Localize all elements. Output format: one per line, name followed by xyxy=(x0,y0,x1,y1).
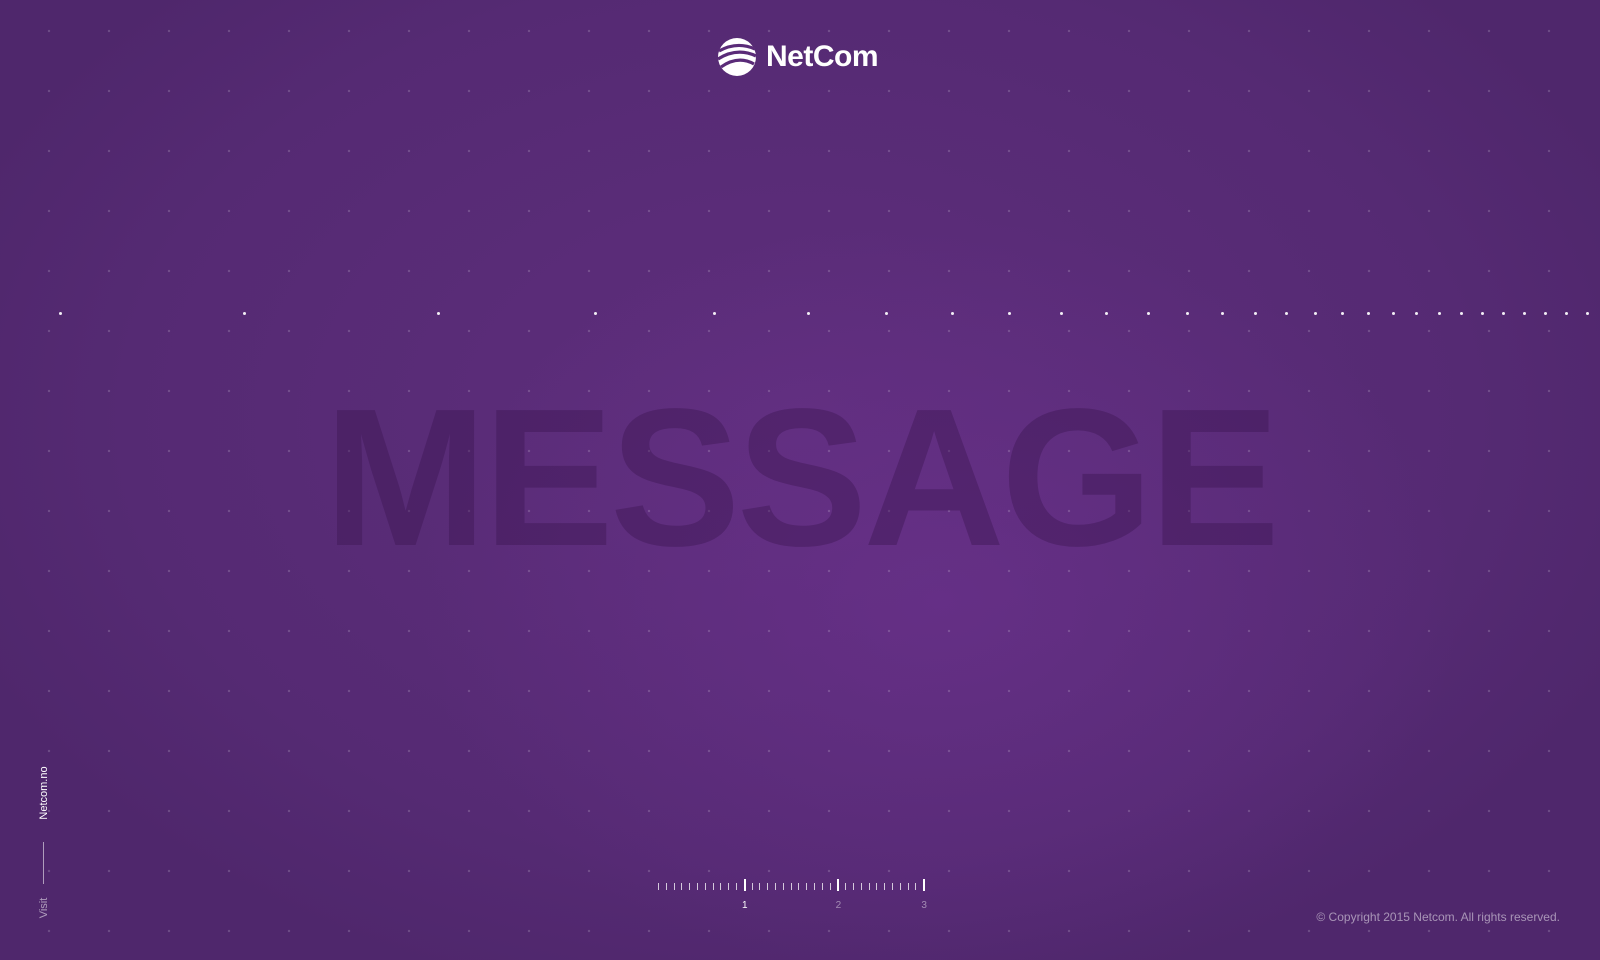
timeline-dot xyxy=(713,312,716,315)
ruler-major-tick xyxy=(837,879,840,891)
ruler-tick xyxy=(681,883,683,890)
timeline-dot xyxy=(1523,312,1526,315)
ruler-tick xyxy=(665,883,667,890)
timeline-dot xyxy=(1254,312,1257,315)
ruler-tick xyxy=(876,883,878,890)
timeline-dot xyxy=(1392,312,1395,315)
timeline-dot xyxy=(1186,312,1189,315)
visit-label-wrap: Visit xyxy=(34,890,54,926)
timeline-dot xyxy=(1586,312,1589,315)
ruler-tick xyxy=(821,883,823,890)
ruler-tick xyxy=(728,883,730,890)
ruler-tick xyxy=(860,883,862,890)
brand-name: NetCom xyxy=(766,40,879,73)
timeline-dot xyxy=(1341,312,1344,315)
timeline-dot xyxy=(951,312,954,315)
ruler-tick xyxy=(806,883,808,890)
side-nav: Netcom.no Visit xyxy=(34,760,54,930)
ruler-tick xyxy=(712,883,714,890)
timeline-dot xyxy=(1367,312,1370,315)
timeline-dot xyxy=(1502,312,1505,315)
ruler-tick xyxy=(915,883,917,890)
ruler-tick xyxy=(845,883,847,890)
chapter-ruler[interactable]: 1 2 3 xyxy=(658,878,938,918)
ruler-tick xyxy=(775,883,776,890)
ruler-tick xyxy=(673,883,675,890)
timeline-dot xyxy=(885,312,888,315)
timeline-dot xyxy=(1544,312,1547,315)
timeline-dot xyxy=(1460,312,1463,315)
ruler-tick xyxy=(853,883,854,890)
ruler-major-tick xyxy=(743,879,746,891)
timeline-dot-track xyxy=(0,310,1600,320)
timeline-dot xyxy=(1314,312,1317,315)
ruler-tick xyxy=(892,883,893,890)
netcom-site-link-label: Netcom.no xyxy=(38,766,50,820)
timeline-dot xyxy=(1147,312,1150,315)
hero-word: MESSAGE xyxy=(323,368,1280,587)
ruler-tick xyxy=(704,883,706,890)
ruler-tick xyxy=(868,883,870,890)
visit-label: Visit xyxy=(38,897,50,919)
timeline-dot xyxy=(1415,312,1418,315)
ruler-major-tick xyxy=(923,879,926,891)
ruler-tick xyxy=(829,883,831,890)
ruler-label-1[interactable]: 1 xyxy=(742,900,748,911)
ruler-label-2[interactable]: 2 xyxy=(836,900,842,911)
ruler-tick xyxy=(689,883,691,890)
ruler-tick xyxy=(697,883,698,890)
ruler-tick xyxy=(798,883,800,890)
copyright-text: © Copyright 2015 Netcom. All rights rese… xyxy=(1316,910,1560,924)
timeline-dot xyxy=(1008,312,1011,315)
ruler-tick xyxy=(790,883,792,890)
timeline-dot xyxy=(1438,312,1441,315)
side-divider-line xyxy=(43,842,44,884)
timeline-dot xyxy=(1481,312,1484,315)
ruler-tick xyxy=(751,883,753,890)
ruler-label-3[interactable]: 3 xyxy=(921,900,927,911)
timeline-dot xyxy=(1285,312,1288,315)
ruler-tick xyxy=(658,883,659,890)
timeline-dot xyxy=(1105,312,1108,315)
timeline-dot xyxy=(59,312,62,315)
timeline-dot xyxy=(594,312,597,315)
ruler-tick xyxy=(814,883,815,890)
netcom-logo[interactable]: NetCom xyxy=(716,36,879,78)
ruler-tick xyxy=(899,883,901,890)
timeline-dot xyxy=(243,312,246,315)
background-dot-grid xyxy=(0,0,1600,960)
timeline-dot xyxy=(437,312,440,315)
ruler-tick xyxy=(907,883,909,890)
timeline-dot xyxy=(1221,312,1224,315)
timeline-dot xyxy=(1060,312,1063,315)
ruler-tick xyxy=(736,883,737,890)
timeline-dot xyxy=(1565,312,1568,315)
ruler-tick xyxy=(782,883,784,890)
ruler-tick xyxy=(884,883,886,890)
timeline-dot xyxy=(807,312,810,315)
netcom-site-link[interactable]: Netcom.no xyxy=(34,760,54,826)
netcom-globe-icon xyxy=(717,38,757,76)
ruler-tick xyxy=(759,883,761,890)
ruler-tick xyxy=(767,883,769,890)
ruler-tick xyxy=(720,883,722,890)
